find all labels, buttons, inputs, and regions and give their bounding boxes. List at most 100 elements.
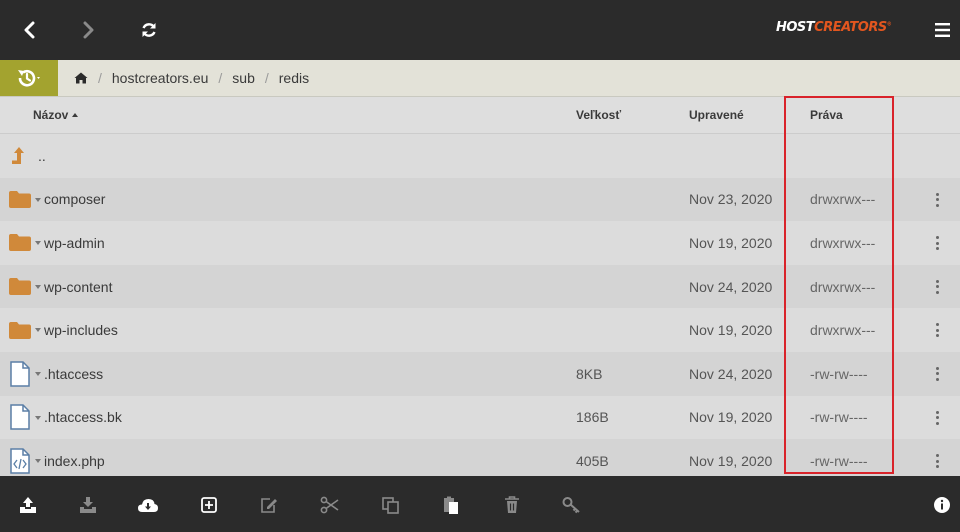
more-options-icon[interactable] <box>930 321 944 339</box>
new-item-button[interactable] <box>198 494 220 516</box>
refresh-button[interactable] <box>134 15 164 45</box>
list-item[interactable]: wp-admin Nov 19, 2020 drwxrwx--- <box>0 221 960 265</box>
delete-icon <box>505 496 519 513</box>
item-dropdown-caret[interactable] <box>35 241 41 246</box>
breadcrumb-separator: / <box>98 70 102 86</box>
history-icon <box>18 69 40 87</box>
more-options-icon[interactable] <box>930 234 944 252</box>
folder-icon <box>9 234 31 252</box>
more-options-icon[interactable] <box>930 191 944 209</box>
permissions-button[interactable] <box>561 494 583 516</box>
folder-icon <box>9 278 31 296</box>
arrow-up-icon <box>12 146 24 164</box>
column-header-modified[interactable]: Upravené <box>689 97 744 133</box>
bottom-toolbar <box>0 476 960 532</box>
brand-logo[interactable]: HOSTCREATORS® <box>776 20 892 35</box>
breadcrumb-separator: / <box>218 70 223 86</box>
breadcrumb-item[interactable]: sub <box>232 70 255 86</box>
logo-host-text: HOST <box>776 20 815 35</box>
list-item[interactable]: wp-includes Nov 19, 2020 drwxrwx--- <box>0 308 960 352</box>
code-file-icon <box>10 448 30 474</box>
more-options-icon[interactable] <box>930 409 944 427</box>
column-header: Názov Veľkosť Upravené Práva <box>0 97 960 134</box>
item-modified: Nov 19, 2020 <box>689 409 773 426</box>
cloud-download-button[interactable] <box>137 494 159 516</box>
item-dropdown-caret[interactable] <box>35 328 41 333</box>
item-name: wp-admin <box>44 234 105 251</box>
download-button[interactable] <box>77 494 99 516</box>
chevron-right-icon <box>83 21 94 39</box>
item-permissions: drwxrwx--- <box>810 278 876 295</box>
info-button[interactable] <box>931 494 953 516</box>
upload-button[interactable] <box>17 494 39 516</box>
item-modified: Nov 24, 2020 <box>689 365 773 382</box>
upload-icon <box>20 497 36 513</box>
info-icon <box>934 497 950 513</box>
forward-button[interactable] <box>74 15 104 45</box>
sort-ascending-icon <box>72 113 79 117</box>
permissions-key-icon <box>562 497 580 514</box>
edit-icon <box>261 498 277 513</box>
folder-icon <box>9 321 31 339</box>
item-permissions: -rw-rw---- <box>810 409 868 426</box>
hamburger-menu-icon <box>935 23 950 37</box>
cloud-download-icon <box>138 499 158 512</box>
item-name: .htaccess <box>44 365 104 382</box>
list-item[interactable]: .htaccess.bk 186B Nov 19, 2020 -rw-rw---… <box>0 395 960 440</box>
item-size: 8KB <box>576 365 603 382</box>
breadcrumb-item[interactable]: hostcreators.eu <box>112 70 209 86</box>
item-dropdown-caret[interactable] <box>35 371 41 376</box>
item-size: 186B <box>576 409 609 426</box>
delete-button[interactable] <box>501 494 523 516</box>
history-button[interactable] <box>0 60 58 96</box>
parent-directory-row[interactable]: .. <box>0 134 960 178</box>
item-permissions: drwxrwx--- <box>810 234 876 251</box>
column-header-permissions[interactable]: Práva <box>810 97 843 133</box>
cut-button[interactable] <box>319 494 341 516</box>
paste-icon <box>444 496 458 514</box>
item-modified: Nov 23, 2020 <box>689 191 773 208</box>
column-modified-label: Upravené <box>689 108 744 122</box>
more-options-icon[interactable] <box>930 365 944 383</box>
file-icon <box>10 404 30 431</box>
item-permissions: drwxrwx--- <box>810 191 876 208</box>
folder-icon <box>9 190 31 208</box>
item-dropdown-caret[interactable] <box>35 459 41 464</box>
breadcrumb-separator: / <box>264 70 269 86</box>
more-options-icon[interactable] <box>930 278 944 296</box>
item-modified: Nov 19, 2020 <box>689 234 773 251</box>
logo-creators-text: CREATORS <box>814 20 887 35</box>
item-name: composer <box>44 191 106 208</box>
file-icon <box>10 361 30 387</box>
list-item[interactable]: wp-content Nov 24, 2020 drwxrwx--- <box>0 264 960 309</box>
item-dropdown-caret[interactable] <box>35 284 41 289</box>
home-icon <box>74 72 88 84</box>
main-menu-button[interactable] <box>931 22 953 38</box>
breadcrumb-home[interactable] <box>74 72 88 84</box>
download-icon <box>80 497 96 513</box>
copy-button[interactable] <box>380 494 402 516</box>
breadcrumb-item-current[interactable]: redis <box>279 70 309 86</box>
parent-directory-label: .. <box>38 147 46 164</box>
column-header-size[interactable]: Veľkosť <box>576 97 621 133</box>
item-name: wp-includes <box>44 322 118 339</box>
back-button[interactable] <box>14 15 44 45</box>
column-name-label: Názov <box>33 108 69 122</box>
list-item[interactable]: composer Nov 23, 2020 drwxrwx--- <box>0 177 960 222</box>
copy-icon <box>382 497 399 514</box>
item-name: .htaccess.bk <box>44 409 122 426</box>
item-dropdown-caret[interactable] <box>35 415 41 420</box>
column-header-name[interactable]: Názov <box>33 97 79 133</box>
column-permissions-label: Práva <box>810 108 843 122</box>
item-dropdown-caret[interactable] <box>35 197 41 202</box>
item-modified: Nov 24, 2020 <box>689 278 773 295</box>
cut-icon <box>320 496 339 514</box>
chevron-left-icon <box>24 21 35 39</box>
more-options-icon[interactable] <box>930 452 944 470</box>
breadcrumb-bar: / hostcreators.eu / sub / redis <box>0 60 960 97</box>
edit-button[interactable] <box>258 494 280 516</box>
breadcrumb: / hostcreators.eu / sub / redis <box>74 60 309 96</box>
list-item[interactable]: .htaccess 8KB Nov 24, 2020 -rw-rw---- <box>0 351 960 396</box>
paste-button[interactable] <box>440 494 462 516</box>
item-modified: Nov 19, 2020 <box>689 322 773 339</box>
